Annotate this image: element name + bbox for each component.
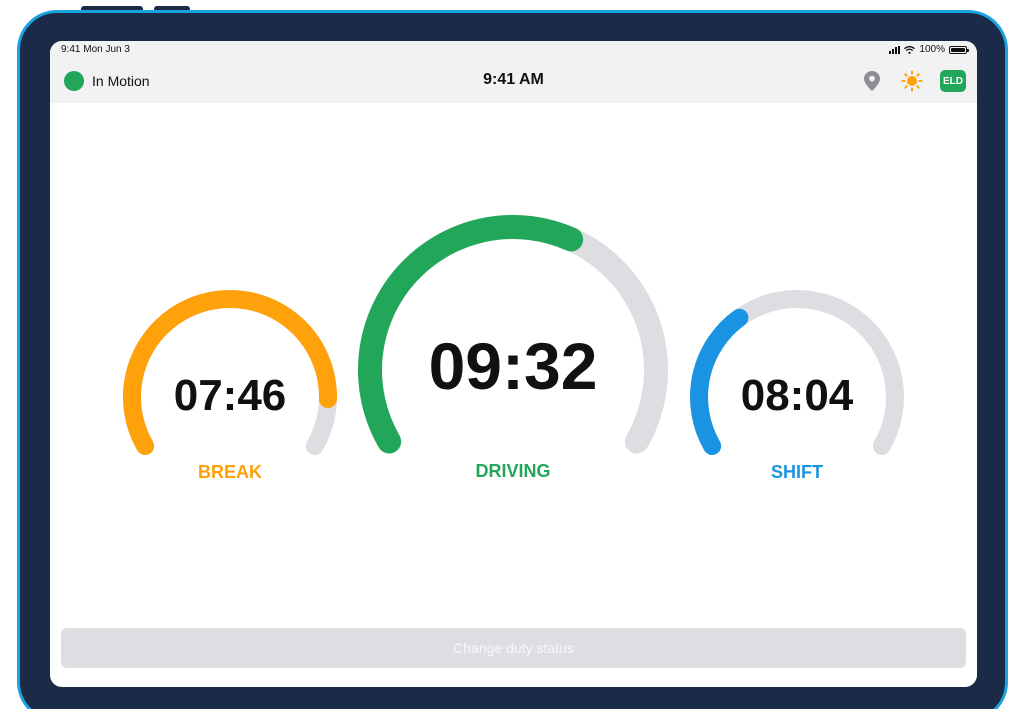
shift-label: SHIFT: [771, 462, 823, 482]
app-screen: 9:41 Mon Jun 3 100% In Motion 9:41 AM EL…: [50, 41, 977, 687]
change-duty-status-button[interactable]: Change duty status: [61, 628, 966, 668]
break-label: BREAK: [197, 462, 262, 482]
driving-label: DRIVING: [475, 461, 551, 481]
driving-time: 09:32: [428, 329, 598, 403]
shift-time: 08:04: [740, 371, 854, 420]
break-time: 07:46: [173, 371, 287, 420]
